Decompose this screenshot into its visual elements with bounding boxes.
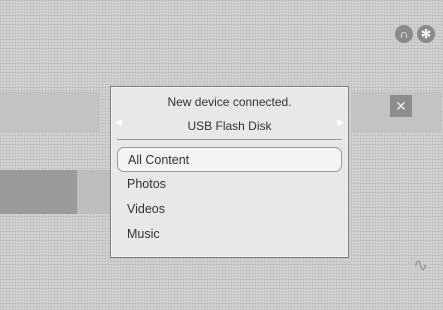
option-all-content[interactable]: All Content <box>117 147 342 172</box>
decorative-squiggle-icon: ∿ <box>413 255 429 275</box>
close-icon[interactable]: ✕ <box>390 95 412 117</box>
new-device-dialog: New device connected. ◀ USB Flash Disk ▶… <box>110 86 349 258</box>
option-photos[interactable]: Photos <box>117 172 342 197</box>
background-thumbnail <box>0 170 132 214</box>
right-arrow-icon[interactable]: ▶ <box>337 117 344 128</box>
bottom-control-bar <box>0 284 443 310</box>
top-right-icons: ∩ ✻ <box>395 25 435 43</box>
option-music[interactable]: Music <box>117 222 342 247</box>
option-videos[interactable]: Videos <box>117 197 342 222</box>
dialog-title: New device connected. <box>167 95 292 109</box>
dialog-divider <box>117 139 342 140</box>
main-menu <box>0 50 443 70</box>
background-strip-left <box>0 92 100 132</box>
content-options-list: All Content Photos Videos Music <box>117 147 342 247</box>
device-name: USB Flash Disk <box>187 119 272 133</box>
settings-icon[interactable]: ✻ <box>417 25 435 43</box>
headset-icon[interactable]: ∩ <box>395 25 413 43</box>
